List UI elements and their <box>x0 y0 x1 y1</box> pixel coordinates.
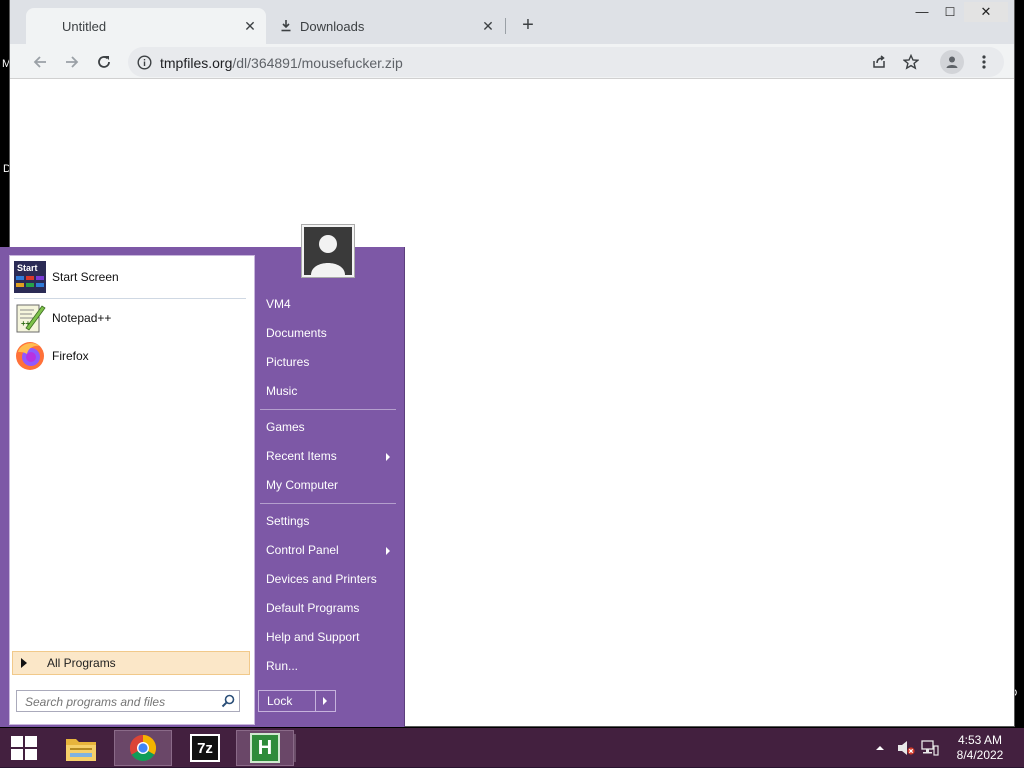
start-link-devices-and-printers[interactable]: Devices and Printers <box>266 565 396 594</box>
start-link-settings[interactable]: Settings <box>266 507 396 536</box>
tab-downloads[interactable]: Downloads ✕ <box>272 8 504 44</box>
taskbar-chrome[interactable] <box>114 730 172 766</box>
start-menu: Start Start Screen ++ Notepad++ Firefox … <box>0 247 404 727</box>
start-link-default-programs[interactable]: Default Programs <box>266 594 396 623</box>
start-screen-icon-text: Start <box>17 263 38 273</box>
start-link-pictures[interactable]: Pictures <box>266 348 396 377</box>
network-button[interactable] <box>921 728 939 768</box>
new-tab-button[interactable]: + <box>517 14 539 36</box>
tab-separator <box>505 18 506 34</box>
hxd-icon: H <box>250 733 280 763</box>
pinned-firefox[interactable]: Firefox <box>14 338 248 374</box>
volume-button[interactable] <box>897 728 915 768</box>
forward-arrow-icon <box>66 56 79 68</box>
clock-date: 8/4/2022 <box>956 748 1004 762</box>
chevron-up-icon <box>876 746 884 750</box>
taskbar-hxd[interactable]: H <box>236 730 294 766</box>
back-arrow-icon <box>33 56 46 68</box>
url-path: /dl/364891/mousefucker.zip <box>232 55 403 71</box>
taskbar-clock[interactable]: 4:53 AM 8/4/2022 <box>946 733 1014 763</box>
start-search-box[interactable] <box>16 690 240 712</box>
tab-label: Downloads <box>300 18 365 34</box>
search-icon[interactable] <box>221 694 235 708</box>
reload-button[interactable] <box>93 51 115 73</box>
divider <box>260 409 396 410</box>
firefox-icon <box>16 342 44 370</box>
browser-toolbar: tmpfiles.org/dl/364891/mousefucker.zip <box>10 44 1014 79</box>
triangle-right-icon <box>21 658 27 668</box>
start-link-recent-items[interactable]: Recent Items <box>266 442 396 471</box>
triangle-right-icon <box>323 697 327 705</box>
pinned-start-screen[interactable]: Start Start Screen <box>14 259 248 295</box>
taskbar-7zip[interactable]: 7z <box>176 730 234 766</box>
start-link-vm4[interactable]: VM4 <box>266 290 396 319</box>
chrome-icon <box>129 734 157 762</box>
lock-button[interactable]: Lock <box>258 690 316 712</box>
back-button[interactable] <box>29 51 51 73</box>
menu-button[interactable] <box>973 51 995 73</box>
submenu-arrow-icon <box>386 547 390 555</box>
start-link-music[interactable]: Music <box>266 377 396 406</box>
notepadpp-icon: ++ <box>16 304 46 333</box>
start-link-run[interactable]: Run... <box>266 652 396 681</box>
network-icon <box>921 740 939 756</box>
pinned-label: Notepad++ <box>52 311 112 325</box>
show-hidden-icons-button[interactable] <box>875 728 885 768</box>
shutdown-options-button[interactable] <box>315 690 336 712</box>
avatar[interactable] <box>301 224 355 278</box>
start-screen-icon: Start <box>14 261 46 293</box>
address-bar[interactable]: tmpfiles.org/dl/364891/mousefucker.zip <box>128 47 1004 77</box>
pinned-label: Start Screen <box>52 270 119 284</box>
url-domain: tmpfiles.org <box>160 55 233 71</box>
more-vert-icon <box>982 55 986 69</box>
volume-muted-icon <box>898 741 915 755</box>
reload-icon <box>98 56 110 68</box>
user-picture <box>304 227 352 275</box>
tab-strip: Untitled ✕ Downloads ✕ + — ☐ ✕ <box>10 0 1014 44</box>
start-link-control-panel[interactable]: Control Panel <box>266 536 396 565</box>
taskbar: 7z H 4:53 AM 8/4/2022 <box>0 728 1024 768</box>
taskbar-separator <box>294 734 296 762</box>
start-link-documents[interactable]: Documents <box>266 319 396 348</box>
divider <box>14 298 246 299</box>
svg-text:++: ++ <box>21 319 31 328</box>
user-silhouette-icon <box>311 235 345 275</box>
profile-icon <box>946 56 958 68</box>
download-icon <box>281 20 291 32</box>
all-programs-label: All Programs <box>47 656 116 670</box>
minimize-button[interactable]: — <box>908 2 936 22</box>
close-window-button[interactable]: ✕ <box>964 2 1008 22</box>
tab-label: Untitled <box>62 18 107 34</box>
divider <box>260 503 396 504</box>
pinned-notepadpp[interactable]: ++ Notepad++ <box>14 300 248 336</box>
profile-button[interactable] <box>940 50 964 74</box>
start-link-games[interactable]: Games <box>266 413 396 442</box>
windows-logo-icon <box>11 736 37 760</box>
pinned-label: Firefox <box>52 349 89 363</box>
site-info-icon[interactable] <box>137 55 152 70</box>
share-icon[interactable] <box>871 54 887 70</box>
search-input[interactable] <box>23 692 217 712</box>
file-explorer-icon <box>66 739 96 761</box>
tab-untitled[interactable]: Untitled ✕ <box>26 8 266 44</box>
forward-button[interactable] <box>61 51 83 73</box>
close-icon[interactable]: ✕ <box>478 18 498 35</box>
start-link-my-computer[interactable]: My Computer <box>266 471 396 500</box>
maximize-button[interactable]: ☐ <box>936 2 964 22</box>
start-button[interactable] <box>0 730 48 766</box>
all-programs-button[interactable]: All Programs <box>12 651 250 675</box>
start-menu-programs-pane: Start Start Screen ++ Notepad++ Firefox … <box>9 255 255 725</box>
clock-time: 4:53 AM <box>957 733 1003 747</box>
submenu-arrow-icon <box>386 453 390 461</box>
bookmark-star-icon[interactable] <box>903 54 919 70</box>
close-icon[interactable]: ✕ <box>240 18 260 35</box>
taskbar-file-explorer[interactable] <box>52 730 110 766</box>
url-text: tmpfiles.org/dl/364891/mousefucker.zip <box>160 55 403 71</box>
start-link-help-and-support[interactable]: Help and Support <box>266 623 396 652</box>
7zip-icon: 7z <box>190 734 220 762</box>
